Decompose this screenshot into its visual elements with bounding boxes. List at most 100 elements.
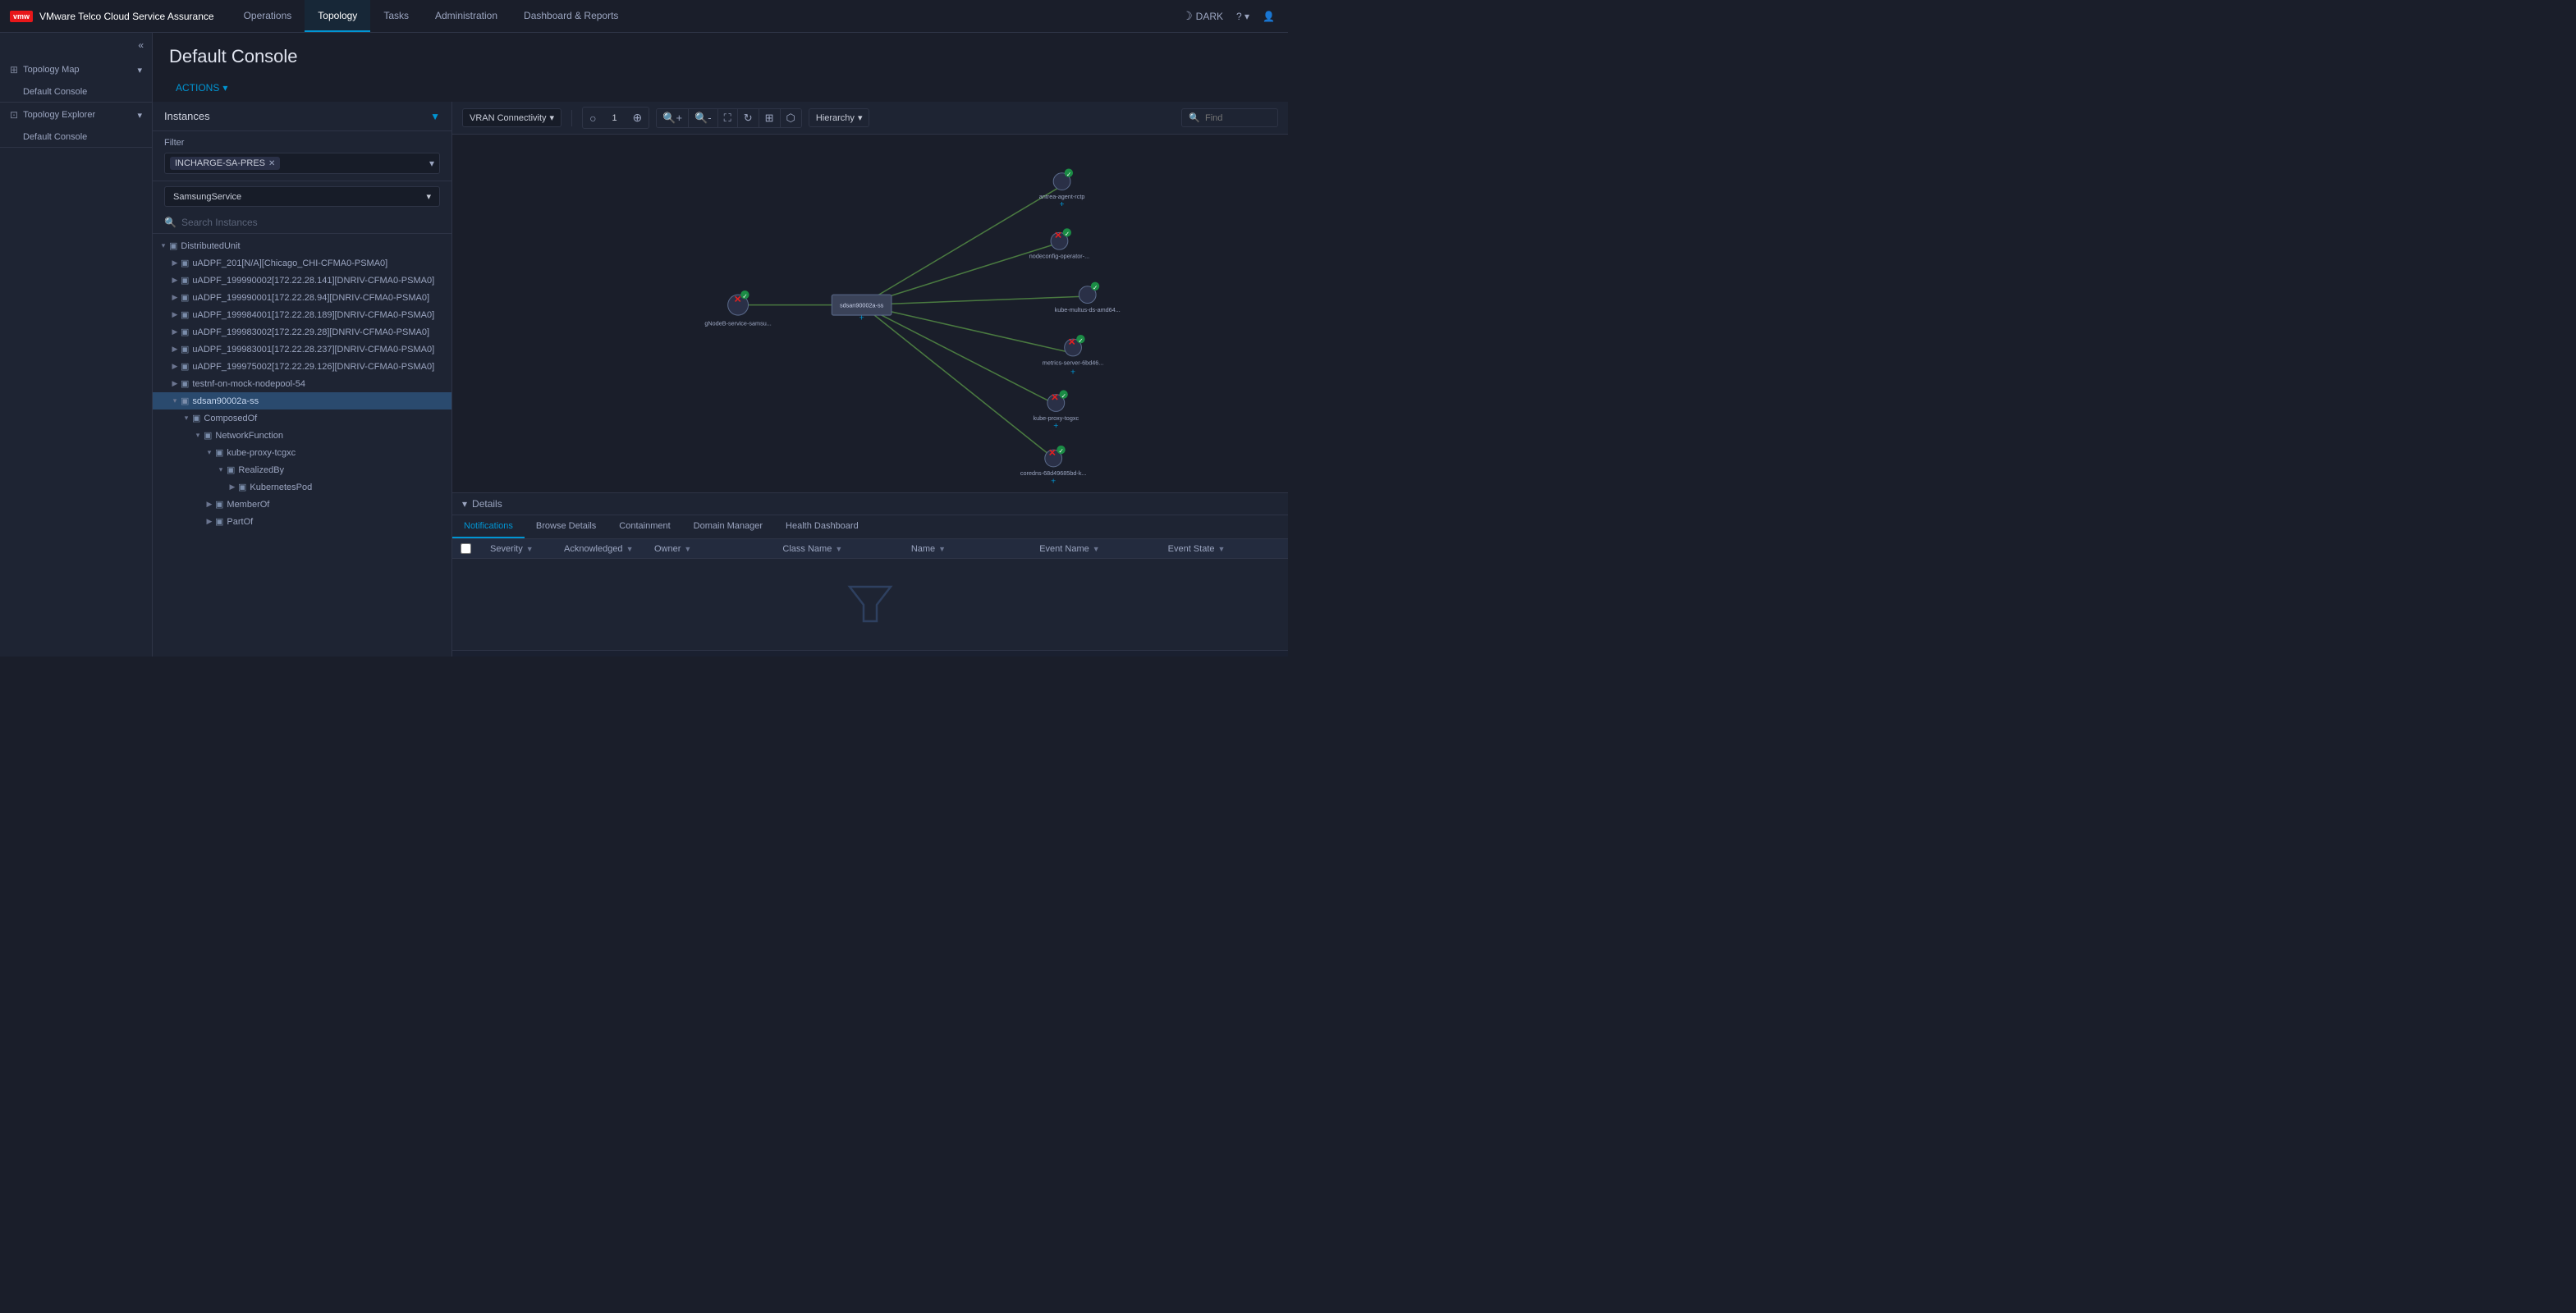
tree-node-label-n1: uADPF_201[N/A][Chicago_CHI-CFMA0-PSMA0] (192, 258, 447, 268)
details-header[interactable]: ▾ Details (452, 493, 1288, 515)
tab-health-dashboard[interactable]: Health Dashboard (774, 515, 870, 538)
zoom-value-input[interactable] (602, 113, 628, 123)
tree-arrow-composedof[interactable]: ▾ (181, 414, 192, 423)
tree-arrow-partof[interactable]: ▶ (204, 517, 215, 526)
main-layout: « ⊞ Topology Map ▾ Default Console ⊡ Top… (0, 33, 1288, 656)
col-eventname[interactable]: Event Name ▼ (1031, 544, 1159, 554)
nav-tasks[interactable]: Tasks (370, 0, 422, 32)
tree-node-n5[interactable]: ▶ ▣ uADPF_199983002[172.22.29.28][DNRIV-… (153, 323, 451, 341)
tree-node-memberof[interactable]: ▶ ▣ MemberOf (153, 496, 451, 513)
topology-toolbar: VRAN Connectivity ▾ ○ ⊕ 🔍+ 🔍- ⛶ ↻ (452, 102, 1288, 135)
tree-arrow-realizedby[interactable]: ▾ (215, 465, 227, 474)
tree-arrow-nf[interactable]: ▾ (192, 431, 204, 440)
tree-arrow-n2[interactable]: ▶ (169, 276, 181, 285)
filter-icon[interactable]: ▼ (430, 111, 440, 122)
tree-node-du[interactable]: ▾ ▣ DistributedUnit (153, 237, 451, 254)
tab-notifications[interactable]: Notifications (452, 515, 525, 538)
nav-dashboard[interactable]: Dashboard & Reports (511, 0, 631, 32)
svg-text:✕: ✕ (1068, 337, 1076, 347)
refresh-button[interactable]: ↻ (738, 109, 759, 127)
tree-node-n2[interactable]: ▶ ▣ uADPF_199990002[172.22.28.141][DNRIV… (153, 272, 451, 289)
user-avatar[interactable]: 👤 (1263, 11, 1275, 22)
sidebar-topology-explorer-header[interactable]: ⊡ Topology Explorer ▾ (0, 103, 152, 127)
tree-arrow-n8[interactable]: ▶ (169, 379, 181, 388)
tab-browse-details[interactable]: Browse Details (525, 515, 607, 538)
details-bottom-scrollbar[interactable] (452, 650, 1288, 656)
help-button[interactable]: ? ▾ (1236, 11, 1249, 22)
svg-text:sdsan90002a-ss: sdsan90002a-ss (840, 302, 884, 309)
sidebar-collapse-btn[interactable]: « (0, 33, 152, 57)
zoom-plus-circle[interactable]: ⊕ (631, 109, 644, 126)
sidebar-topology-map-header[interactable]: ⊞ Topology Map ▾ (0, 57, 152, 82)
tree-arrow-memberof[interactable]: ▶ (204, 500, 215, 509)
tree-arrow-n6[interactable]: ▶ (169, 345, 181, 354)
tree-node-label-realizedby: RealizedBy (238, 465, 447, 475)
hierarchy-select[interactable]: Hierarchy ▾ (809, 108, 870, 127)
tree-arrow-kube-proxy[interactable]: ▾ (204, 448, 215, 457)
severity-filter-icon: ▼ (526, 545, 534, 553)
svg-text:+: + (1053, 422, 1058, 431)
tree-node-n1[interactable]: ▶ ▣ uADPF_201[N/A][Chicago_CHI-CFMA0-PSM… (153, 254, 451, 272)
tree-arrow-n5[interactable]: ▶ (169, 327, 181, 336)
sidebar-item-default-console-1[interactable]: Default Console (0, 82, 152, 102)
export-button[interactable]: ⬡ (781, 109, 801, 127)
tree-node-k8spod[interactable]: ▶ ▣ KubernetesPod (153, 478, 451, 496)
tree-node-n8[interactable]: ▶ ▣ testnf-on-mock-nodepool-54 (153, 375, 451, 392)
nav-right: ☽ DARK ? ▾ 👤 (1182, 9, 1288, 23)
tree-arrow-n3[interactable]: ▶ (169, 293, 181, 302)
find-input[interactable]: 🔍 (1181, 108, 1278, 127)
zoom-minus-circle[interactable]: ○ (588, 110, 598, 126)
tree-node-sdsan[interactable]: ▾ ▣ sdsan90002a-ss (153, 392, 451, 409)
svg-text:✓: ✓ (1066, 171, 1071, 178)
tree-node-realizedby[interactable]: ▾ ▣ RealizedBy (153, 461, 451, 478)
col-acknowledged[interactable]: Acknowledged ▼ (556, 544, 646, 554)
tree-arrow-n4[interactable]: ▶ (169, 310, 181, 319)
tree-arrow-sdsan[interactable]: ▾ (169, 396, 181, 405)
filter-tag-remove[interactable]: ✕ (268, 159, 275, 168)
zoom-out-button[interactable]: 🔍- (689, 109, 718, 127)
tree-arrow-du[interactable]: ▾ (158, 241, 169, 250)
sidebar-item-default-console-2[interactable]: Default Console (0, 127, 152, 147)
actions-button[interactable]: ACTIONS ▾ (169, 79, 234, 97)
zoom-in-button[interactable]: 🔍+ (657, 109, 689, 127)
nav-administration[interactable]: Administration (422, 0, 511, 32)
tab-domain-manager[interactable]: Domain Manager (682, 515, 774, 538)
service-select[interactable]: SamsungService ▾ (164, 186, 440, 207)
col-eventstate[interactable]: Event State ▼ (1160, 544, 1288, 554)
topology-canvas[interactable]: sdsan90002a-ss gNodeB-service-samsu... ✕… (452, 135, 1288, 492)
tree-arrow-n1[interactable]: ▶ (169, 258, 181, 268)
tree-arrow-n7[interactable]: ▶ (169, 362, 181, 371)
col-severity[interactable]: Severity ▼ (482, 544, 556, 554)
svg-text:✕: ✕ (1054, 231, 1062, 241)
tree-node-n4[interactable]: ▶ ▣ uADPF_199984001[172.22.28.189][DNRIV… (153, 306, 451, 323)
nav-operations[interactable]: Operations (231, 0, 305, 32)
find-text-input[interactable] (1205, 113, 1271, 123)
explorer-icon: ⊡ (10, 109, 18, 121)
tree-node-n7[interactable]: ▶ ▣ uADPF_199975002[172.22.29.126][DNRIV… (153, 358, 451, 375)
node-icon: ▣ (181, 309, 189, 320)
view-selector[interactable]: VRAN Connectivity ▾ (462, 108, 561, 127)
right-panel: VRAN Connectivity ▾ ○ ⊕ 🔍+ 🔍- ⛶ ↻ (452, 102, 1288, 656)
app-title: VMware Telco Cloud Service Assurance (39, 11, 214, 22)
tree-container: ▾ ▣ DistributedUnit ▶ ▣ uADPF_201[N/A][C… (153, 234, 451, 656)
tree-arrow-k8spod[interactable]: ▶ (227, 483, 238, 492)
select-all-checkbox[interactable] (461, 543, 471, 554)
func-icon: ▣ (204, 430, 212, 441)
col-classname[interactable]: Class Name ▼ (774, 544, 902, 554)
col-name[interactable]: Name ▼ (903, 544, 1031, 554)
tree-node-partof[interactable]: ▶ ▣ PartOf (153, 513, 451, 530)
layout-button[interactable]: ⊞ (759, 109, 781, 127)
tree-node-nf[interactable]: ▾ ▣ NetworkFunction (153, 427, 451, 444)
fit-button[interactable]: ⛶ (718, 109, 738, 127)
col-owner[interactable]: Owner ▼ (646, 544, 774, 554)
filter-tags-container[interactable]: INCHARGE-SA-PRES ✕ ▾ (164, 153, 440, 174)
tree-node-n3[interactable]: ▶ ▣ uADPF_199990001[172.22.28.94][DNRIV-… (153, 289, 451, 306)
tree-node-kube-proxy[interactable]: ▾ ▣ kube-proxy-tcgxc (153, 444, 451, 461)
search-instances-input[interactable] (181, 217, 440, 228)
tab-containment[interactable]: Containment (607, 515, 681, 538)
details-table-header: Severity ▼ Acknowledged ▼ Owner ▼ Clas (452, 539, 1288, 559)
dark-mode-toggle[interactable]: ☽ DARK (1182, 9, 1223, 23)
tree-node-n6[interactable]: ▶ ▣ uADPF_199983001[172.22.28.237][DNRIV… (153, 341, 451, 358)
nav-topology[interactable]: Topology (305, 0, 370, 32)
tree-node-composedof[interactable]: ▾ ▣ ComposedOf (153, 409, 451, 427)
